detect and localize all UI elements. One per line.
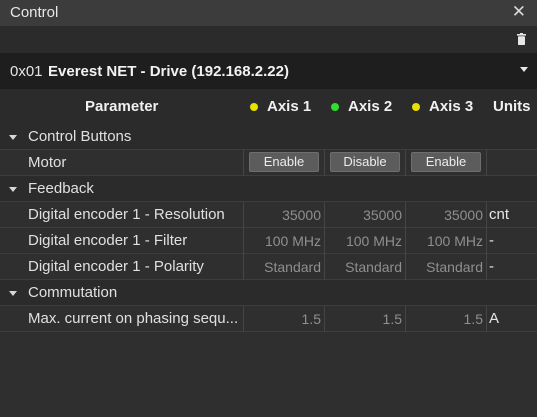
- header-axis3: Axis 3: [429, 98, 474, 115]
- value: 100 MHz: [426, 233, 483, 249]
- cell-axis1[interactable]: 35000: [243, 202, 324, 228]
- value: 1.5: [463, 311, 483, 327]
- header-axis1: Axis 1: [267, 98, 312, 115]
- table-row-max-current: Max. current on phasing sequ... 1.5 1.5 …: [0, 306, 537, 332]
- close-icon[interactable]: ✕: [512, 2, 526, 22]
- table-row-resolution: Digital encoder 1 - Resolution 35000 350…: [0, 202, 537, 228]
- section-title: Feedback: [28, 180, 94, 197]
- unit: -: [489, 232, 494, 249]
- motor-axis2-button[interactable]: Disable: [330, 152, 400, 172]
- table-header: Parameter Axis 1 Axis 2 Axis 3 Units: [0, 89, 537, 124]
- value: Standard: [426, 259, 483, 275]
- value: 35000: [444, 207, 483, 223]
- axis3-status-dot: [412, 103, 420, 111]
- section-control-buttons[interactable]: Control Buttons: [0, 124, 537, 150]
- motor-axis1-button[interactable]: Enable: [249, 152, 319, 172]
- drive-selector[interactable]: 0x01 Everest NET - Drive (192.168.2.22): [0, 53, 537, 89]
- window-title: Control: [10, 4, 59, 21]
- title-bar: Control ✕: [0, 0, 537, 26]
- table-row-polarity: Digital encoder 1 - Polarity Standard St…: [0, 254, 537, 280]
- row-label: Digital encoder 1 - Polarity: [28, 258, 204, 275]
- value: 100 MHz: [345, 233, 402, 249]
- cell-axis2: Disable: [324, 150, 405, 176]
- cell-units: [486, 150, 537, 176]
- row-label: Max. current on phasing sequ...: [28, 310, 239, 327]
- cell-axis3: Enable: [405, 150, 486, 176]
- value: 1.5: [382, 311, 402, 327]
- value: 35000: [282, 207, 321, 223]
- chevron-down-icon[interactable]: [9, 187, 17, 192]
- chevron-down-icon[interactable]: [9, 135, 17, 140]
- drive-id: 0x01: [10, 63, 43, 80]
- table-row-motor: Motor Enable Disable Enable: [0, 150, 537, 176]
- cell-axis2[interactable]: 1.5: [324, 306, 405, 332]
- unit: cnt: [489, 206, 510, 223]
- row-label: Digital encoder 1 - Resolution: [28, 206, 225, 223]
- chevron-down-icon[interactable]: [520, 67, 528, 72]
- cell-axis2[interactable]: Standard: [324, 254, 405, 280]
- cell-axis1[interactable]: 100 MHz: [243, 228, 324, 254]
- cell-axis2[interactable]: 100 MHz: [324, 228, 405, 254]
- cell-axis1: Enable: [243, 150, 324, 176]
- cell-axis3[interactable]: 100 MHz: [405, 228, 486, 254]
- cell-axis2[interactable]: 35000: [324, 202, 405, 228]
- section-commutation[interactable]: Commutation: [0, 280, 537, 306]
- value: 35000: [363, 207, 402, 223]
- trash-icon[interactable]: [517, 33, 526, 45]
- value: Standard: [345, 259, 402, 275]
- header-axis2: Axis 2: [348, 98, 393, 115]
- cell-axis3[interactable]: 35000: [405, 202, 486, 228]
- value: Standard: [264, 259, 321, 275]
- cell-axis1[interactable]: 1.5: [243, 306, 324, 332]
- row-label: Motor: [28, 154, 67, 171]
- axis1-status-dot: [250, 103, 258, 111]
- value: 1.5: [301, 311, 321, 327]
- section-feedback[interactable]: Feedback: [0, 176, 537, 202]
- axis2-status-dot: [331, 103, 339, 111]
- table-row-filter: Digital encoder 1 - Filter 100 MHz 100 M…: [0, 228, 537, 254]
- section-title: Commutation: [28, 284, 118, 301]
- header-units: Units: [493, 98, 531, 115]
- cell-axis3[interactable]: 1.5: [405, 306, 486, 332]
- drive-name: Everest NET - Drive (192.168.2.22): [48, 63, 289, 80]
- toolbar: [0, 26, 537, 53]
- section-title: Control Buttons: [28, 128, 132, 145]
- cell-axis1[interactable]: Standard: [243, 254, 324, 280]
- cell-axis3[interactable]: Standard: [405, 254, 486, 280]
- header-parameter: Parameter: [85, 98, 159, 115]
- motor-axis3-button[interactable]: Enable: [411, 152, 481, 172]
- unit: A: [489, 310, 500, 327]
- value: 100 MHz: [264, 233, 321, 249]
- unit: -: [489, 258, 494, 275]
- chevron-down-icon[interactable]: [9, 291, 17, 296]
- row-label: Digital encoder 1 - Filter: [28, 232, 188, 249]
